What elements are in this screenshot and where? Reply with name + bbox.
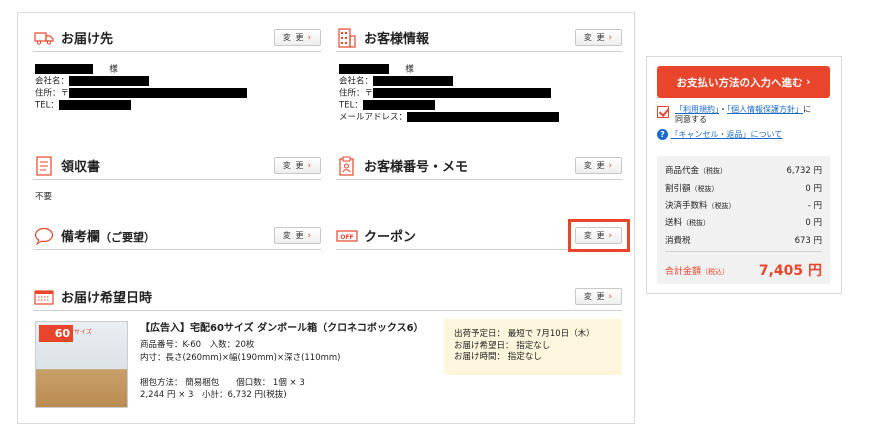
total-value: 7,405 円	[758, 263, 822, 279]
redacted-address	[69, 88, 248, 98]
delivery-date-header: お届け希望日時 変 更 ›	[33, 283, 622, 311]
product-size-badge: 60	[39, 325, 73, 342]
customer-number-header: お客様番号・メモ 変 更 ›	[336, 152, 622, 180]
remarks-header: 備考欄（ご要望） 変 更 ›	[33, 222, 321, 250]
coupon-title: クーポン	[364, 230, 417, 245]
delivery-date-title: お届け希望日時	[61, 291, 153, 306]
delivery-address-details: 様 会社名： 住所：〒 TEL：	[35, 64, 248, 112]
chevron-right-icon: ›	[608, 291, 614, 302]
delivery-address-title: お届け先	[61, 32, 114, 47]
truck-icon	[33, 28, 55, 48]
summary-row: 商品代金（税抜） 6,732 円	[665, 166, 822, 176]
receipt-title: 領収書	[61, 160, 101, 175]
product-dimensions: 内寸：長さ(260mm)×幅(190mm)×深さ(110mm)	[140, 353, 341, 363]
shipping-info-box: 出荷予定日： 最短で 7月10日（木） お届け希望日： 指定なし お届け時間： …	[444, 319, 622, 375]
redacted-tel	[362, 100, 435, 110]
order-summary-panel: お支払い方法の入力へ進む › 「利用規約」・「個人情報保護方針」に 同意する ?…	[646, 56, 842, 294]
summary-divider	[665, 251, 822, 252]
agree-checkbox[interactable]	[657, 106, 669, 118]
customer-info-header: お客様情報 変 更 ›	[336, 24, 622, 52]
delivery-desired-date: お届け希望日： 指定なし	[454, 340, 551, 351]
redacted-company	[373, 76, 454, 86]
chevron-right-icon: ›	[307, 160, 313, 171]
customer-number-change-button[interactable]: 変 更 ›	[575, 157, 622, 174]
coupon-change-highlight	[568, 219, 630, 252]
terms-link[interactable]: 「利用規約」	[675, 105, 719, 114]
delivery-change-button[interactable]: 変 更 ›	[274, 29, 321, 46]
shipping-date: 出荷予定日： 最短で 7月10日（木）	[454, 329, 595, 339]
redacted-name	[339, 64, 389, 74]
product-name: 【広告入】宅配60サイズ ダンボール箱（クロネコボックス6）	[140, 323, 424, 334]
chevron-right-icon: ›	[806, 76, 811, 88]
building-icon	[336, 27, 358, 48]
delivery-date-change-button[interactable]: 変 更 ›	[575, 288, 622, 305]
remarks-change-button[interactable]: 変 更 ›	[274, 227, 321, 244]
total-label: 合計金額	[665, 266, 702, 277]
delivery-time: お届け時間： 指定なし	[454, 352, 542, 362]
speech-bubble-icon	[33, 226, 55, 246]
chevron-right-icon: ›	[307, 32, 313, 43]
redacted-address	[373, 88, 552, 98]
product-size-label: サイズ	[74, 329, 92, 336]
total-row: 合計金額（税込） 7,405 円	[665, 260, 822, 280]
redacted-company	[69, 76, 150, 86]
product-packing: 梱包方法： 簡易梱包 個口数： 1個 × 3	[140, 378, 305, 388]
receipt-change-button[interactable]: 変 更 ›	[274, 157, 321, 174]
privacy-link[interactable]: 「個人情報保護方針」	[727, 105, 803, 114]
summary-row: 送料（税抜） 0 円	[665, 218, 822, 228]
summary-row: 割引額（税抜） 0 円	[665, 184, 822, 194]
proceed-to-payment-button[interactable]: お支払い方法の入力へ進む ›	[657, 66, 830, 98]
receipt-value: 不要	[35, 192, 53, 202]
svg-text:OFF: OFF	[340, 234, 353, 241]
coupon-icon: OFF	[336, 226, 358, 246]
product-image: 60 サイズ	[35, 321, 128, 408]
chevron-right-icon: ›	[608, 160, 614, 171]
delivery-address-header: お届け先 変 更 ›	[33, 24, 321, 52]
product-price: 2,244 円 × 3 小計：6,732 円(税抜)	[140, 390, 287, 400]
price-summary: 商品代金（税抜） 6,732 円 割引額（税抜） 0 円 決済手数料（税抜） - 円 …	[657, 156, 830, 284]
summary-row: 消費税 673 円	[665, 236, 822, 246]
calendar-icon	[33, 287, 55, 307]
remarks-title: 備考欄（ご要望）	[61, 230, 156, 245]
redacted-email	[407, 112, 560, 122]
chevron-right-icon: ›	[307, 230, 313, 241]
cancel-return-link[interactable]: 「キャンセル・返品」について	[671, 130, 783, 139]
redacted-name	[35, 64, 93, 74]
customer-number-title: お客様番号・メモ	[364, 160, 469, 175]
chevron-right-icon: ›	[608, 32, 614, 43]
agree-terms: 「利用規約」・「個人情報保護方針」に 同意する ? 「キャンセル・返品」について	[657, 105, 833, 140]
customer-info-title: お客様情報	[364, 32, 430, 47]
customer-info-details: 様 会社名： 住所：〒 TEL： メールアドレス：	[339, 64, 560, 124]
redacted-tel	[58, 100, 131, 110]
memo-icon	[336, 156, 358, 176]
receipt-header: 領収書 変 更 ›	[33, 152, 321, 180]
summary-row: 決済手数料（税抜） - 円	[665, 201, 822, 211]
receipt-icon	[33, 155, 55, 176]
customer-change-button[interactable]: 変 更 ›	[575, 29, 622, 46]
product-code: 商品番号：K-60 入数：20枚	[140, 340, 255, 350]
question-icon: ?	[657, 129, 668, 140]
